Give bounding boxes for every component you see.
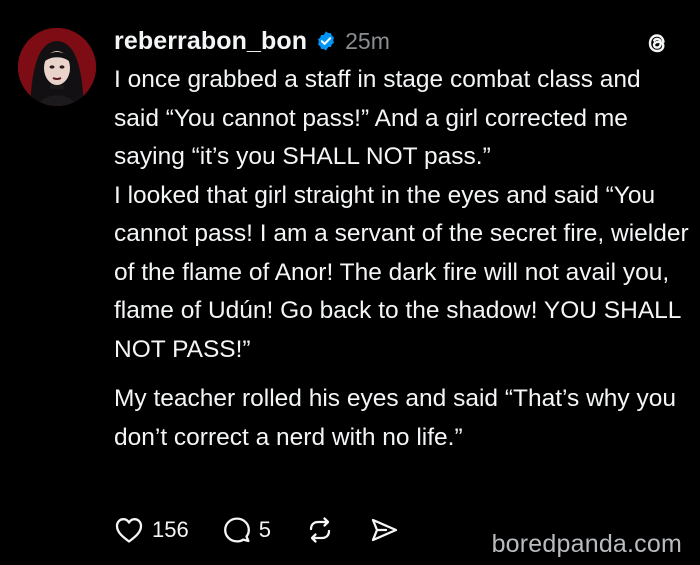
username[interactable]: reberrabon_bon (114, 27, 307, 56)
like-count: 156 (152, 517, 189, 542)
post-timestamp: 25m (345, 27, 390, 54)
post-paragraph: I once grabbed a staff in stage combat c… (114, 66, 641, 170)
threads-logo-icon[interactable] (642, 28, 672, 58)
avatar[interactable] (18, 28, 96, 106)
post-header: reberrabon_bon 25m (114, 26, 390, 56)
post-paragraph: I looked that girl straight in the eyes … (114, 181, 689, 363)
comment-count: 5 (258, 517, 271, 542)
repost-button[interactable] (305, 516, 335, 544)
repost-icon (305, 516, 335, 544)
share-button[interactable] (369, 516, 399, 544)
watermark: boredpanda.com (491, 530, 682, 558)
send-icon (369, 516, 399, 544)
post-body: I once grabbed a staff in stage combat c… (114, 61, 689, 457)
comment-button[interactable]: 5 (223, 516, 271, 544)
post-actions: 156 5 (114, 510, 433, 550)
like-button[interactable]: 156 (114, 516, 189, 544)
avatar-photo (18, 28, 96, 106)
comment-bubble-icon (223, 516, 251, 544)
post-paragraph: My teacher rolled his eyes and said “Tha… (114, 385, 676, 451)
heart-icon (114, 516, 144, 544)
verified-badge-icon (315, 30, 337, 52)
